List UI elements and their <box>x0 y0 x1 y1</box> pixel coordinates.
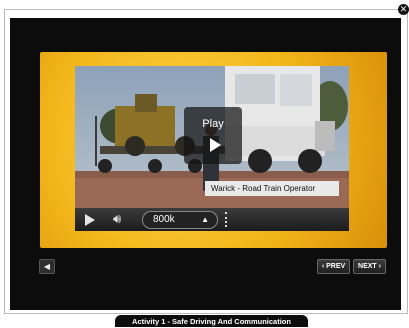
speaker-icon[interactable]: ◀ <box>39 259 55 274</box>
more-options-icon[interactable] <box>225 212 230 227</box>
play-button[interactable]: Play <box>184 107 242 164</box>
volume-icon[interactable]: 🔊︎ <box>113 211 121 227</box>
play-label: Play <box>202 118 224 130</box>
chevron-up-icon: ▲ <box>201 215 209 224</box>
video-controls: 🔊︎ 800k ▲ <box>75 208 349 231</box>
activity-title: Activity 1 - Safe Driving And Communicat… <box>115 315 308 327</box>
quality-value: 800k <box>153 214 175 225</box>
next-button[interactable]: NEXT › <box>353 259 386 274</box>
speaker-caption: Warick - Road Train Operator <box>205 181 339 196</box>
play-icon[interactable] <box>85 214 95 226</box>
quality-selector[interactable]: 800k ▲ <box>142 211 218 229</box>
prev-button[interactable]: ‹ PREV <box>317 259 350 274</box>
play-icon <box>209 138 221 152</box>
close-icon[interactable]: ✕ <box>398 4 409 15</box>
